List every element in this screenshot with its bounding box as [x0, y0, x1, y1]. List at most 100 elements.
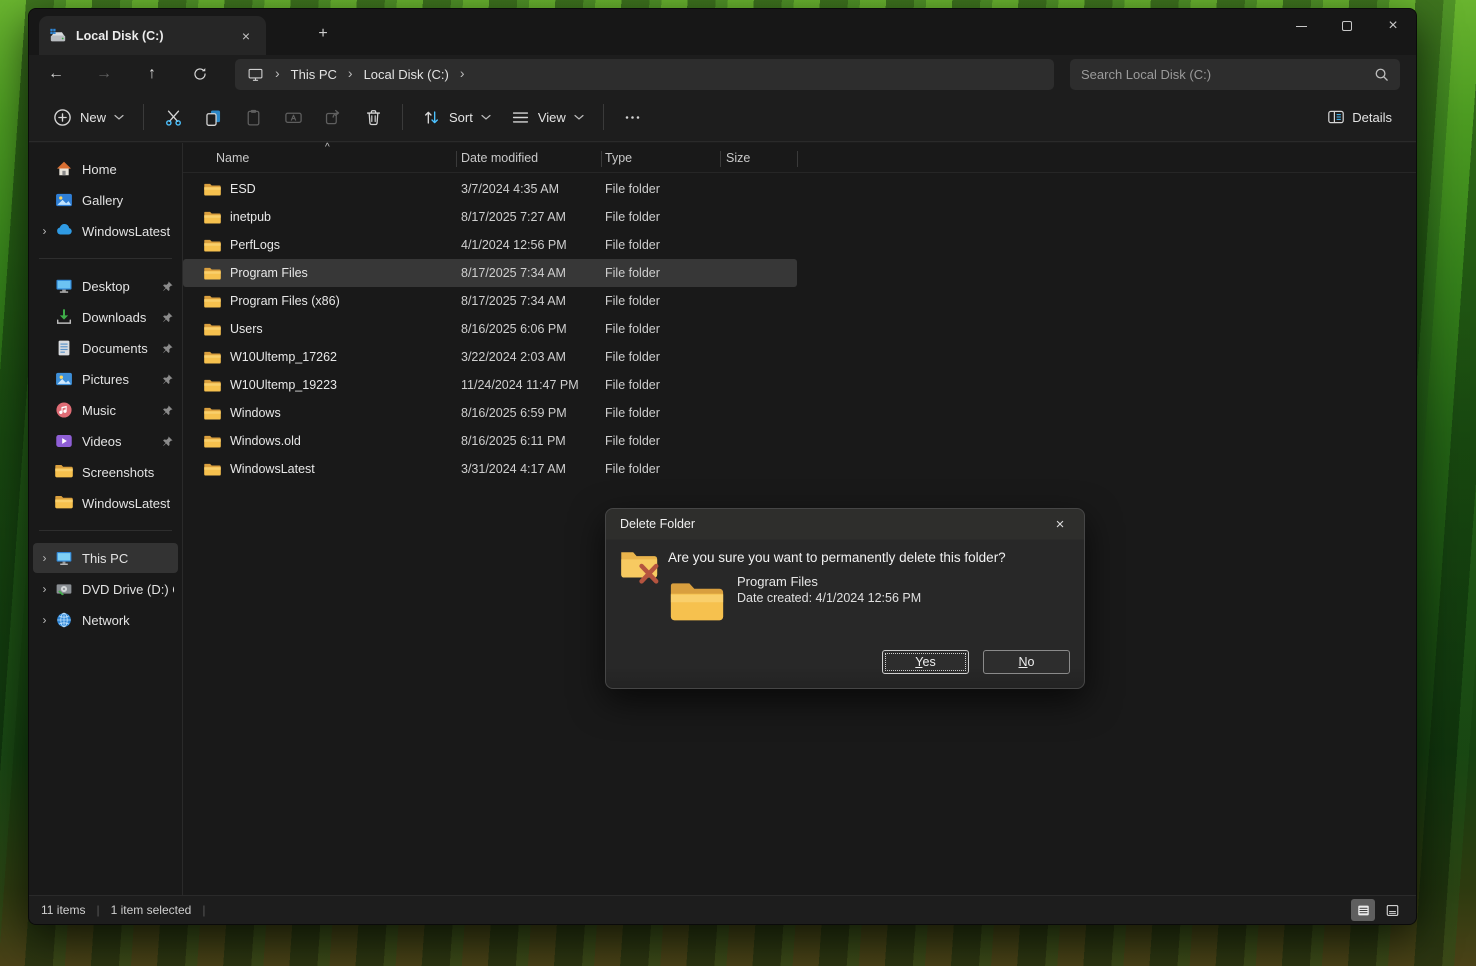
- copy-button[interactable]: [193, 100, 233, 134]
- column-header-date-modified[interactable]: Date modified: [461, 151, 538, 165]
- sort-button[interactable]: Sort: [412, 100, 501, 134]
- sidebar-item-documents[interactable]: Documents: [33, 333, 178, 363]
- sidebar-item-home[interactable]: Home: [33, 154, 178, 184]
- delete-button[interactable]: [353, 100, 393, 134]
- sort-icon: [422, 108, 441, 127]
- items-count: 11 items: [41, 903, 85, 917]
- file-name: ESD: [230, 182, 256, 196]
- file-type: File folder: [601, 266, 720, 280]
- dialog-close-icon[interactable]: ×: [1050, 516, 1070, 533]
- sidebar-item-label: Gallery: [82, 193, 123, 208]
- navigation-pane: Home Gallery ›WindowsLatest - Pe DesktopDow…: [29, 143, 183, 895]
- expand-chevron-icon[interactable]: ›: [37, 551, 52, 565]
- dialog-title-bar[interactable]: Delete Folder ×: [606, 509, 1084, 539]
- file-date-modified: 8/16/2025 6:06 PM: [456, 322, 601, 336]
- details-view-toggle[interactable]: [1351, 899, 1375, 921]
- forward-button[interactable]: →: [87, 59, 121, 89]
- pin-icon: [161, 311, 174, 324]
- close-button[interactable]: ×: [1370, 9, 1416, 43]
- new-button[interactable]: New: [43, 100, 134, 134]
- breadcrumb-this-pc[interactable]: This PC: [291, 67, 337, 82]
- expand-chevron-icon[interactable]: ›: [37, 613, 52, 627]
- column-header-size[interactable]: Size: [726, 151, 750, 165]
- tab-local-disk-c[interactable]: Local Disk (C:) ×: [39, 16, 266, 55]
- column-divider[interactable]: [720, 151, 721, 167]
- drive-icon: [49, 27, 67, 45]
- toolbar-separator: [402, 104, 403, 130]
- file-date-modified: 8/17/2025 7:34 AM: [456, 266, 601, 280]
- file-row-inetpub[interactable]: inetpub8/17/2025 7:27 AMFile folder: [183, 203, 797, 231]
- file-row-program-files[interactable]: Program Files8/17/2025 7:34 AMFile folde…: [183, 259, 797, 287]
- sidebar-item-desktop[interactable]: Desktop: [33, 271, 178, 301]
- this-pc-icon: [247, 66, 264, 83]
- back-button[interactable]: ←: [39, 59, 73, 89]
- refresh-button[interactable]: [183, 59, 217, 89]
- copy-icon: [204, 108, 223, 127]
- network-icon: [55, 611, 73, 629]
- file-type: File folder: [601, 294, 720, 308]
- large-icons-view-toggle[interactable]: [1380, 899, 1404, 921]
- expand-chevron-icon[interactable]: ›: [37, 224, 52, 238]
- expand-chevron-icon[interactable]: ›: [37, 582, 52, 596]
- sidebar-item-dvd-drive-d-ccc[interactable]: ›DVD Drive (D:) CCC: [33, 574, 178, 604]
- search-input[interactable]: [1081, 67, 1374, 82]
- file-type: File folder: [601, 322, 720, 336]
- details-pane-button[interactable]: Details: [1317, 100, 1402, 134]
- column-divider[interactable]: [797, 151, 798, 167]
- up-button[interactable]: ↑: [135, 59, 169, 89]
- maximize-icon: [1342, 21, 1352, 31]
- sidebar-item-windowslatest-pe[interactable]: ›WindowsLatest - Pe: [33, 216, 178, 246]
- file-row-users[interactable]: Users8/16/2025 6:06 PMFile folder: [183, 315, 797, 343]
- tab-close-icon[interactable]: ×: [236, 26, 256, 46]
- file-name: W10Ultemp_19223: [230, 378, 337, 392]
- sidebar-item-music[interactable]: Music: [33, 395, 178, 425]
- file-row-windows[interactable]: Windows8/16/2025 6:59 PMFile folder: [183, 399, 797, 427]
- file-name: Program Files (x86): [230, 294, 340, 308]
- column-divider[interactable]: [456, 151, 457, 167]
- plus-circle-icon: [53, 108, 72, 127]
- column-header-type[interactable]: Type: [605, 151, 632, 165]
- cut-button[interactable]: [153, 100, 193, 134]
- view-button[interactable]: View: [501, 100, 594, 134]
- rename-button[interactable]: [273, 100, 313, 134]
- maximize-button[interactable]: [1324, 9, 1370, 43]
- sidebar-item-this-pc[interactable]: › This PC: [33, 543, 178, 573]
- file-row-w10ultemp-17262[interactable]: W10Ultemp_172623/22/2024 2:03 AMFile fol…: [183, 343, 797, 371]
- sidebar-item-network[interactable]: ›Network: [33, 605, 178, 635]
- delete-folder-dialog: Delete Folder × Are you sure you want to…: [605, 508, 1085, 689]
- chevron-right-icon: ›: [460, 65, 465, 81]
- minimize-button[interactable]: [1278, 9, 1324, 43]
- file-row-w10ultemp-19223[interactable]: W10Ultemp_1922311/24/2024 11:47 PMFile f…: [183, 371, 797, 399]
- file-row-perflogs[interactable]: PerfLogs4/1/2024 12:56 PMFile folder: [183, 231, 797, 259]
- yes-button[interactable]: Yes: [882, 650, 969, 674]
- share-button[interactable]: [313, 100, 353, 134]
- tab-title: Local Disk (C:): [76, 29, 164, 43]
- column-header-name[interactable]: Name: [216, 151, 249, 165]
- file-row-esd[interactable]: ESD3/7/2024 4:35 AMFile folder: [183, 175, 797, 203]
- pin-icon: [161, 404, 174, 417]
- more-options-button[interactable]: [613, 100, 653, 134]
- sidebar-item-downloads[interactable]: Downloads: [33, 302, 178, 332]
- address-bar[interactable]: › This PC › Local Disk (C:) ›: [235, 59, 1054, 90]
- file-row-windowslatest[interactable]: WindowsLatest3/31/2024 4:17 AMFile folde…: [183, 455, 797, 483]
- breadcrumb-local-disk-c[interactable]: Local Disk (C:): [364, 67, 449, 82]
- sidebar-item-label: This PC: [82, 551, 128, 566]
- search-box[interactable]: [1070, 59, 1400, 90]
- file-row-program-files-x86[interactable]: Program Files (x86)8/17/2025 7:34 AMFile…: [183, 287, 797, 315]
- selection-count: 1 item selected: [111, 903, 192, 917]
- sidebar-item-windowslatest[interactable]: WindowsLatest: [33, 488, 178, 518]
- sidebar-item-gallery[interactable]: Gallery: [33, 185, 178, 215]
- pin-icon: [161, 373, 174, 386]
- paste-button[interactable]: [233, 100, 273, 134]
- sidebar-item-screenshots[interactable]: Screenshots: [33, 457, 178, 487]
- desktop-icon: [55, 277, 73, 295]
- folder-icon: [55, 494, 73, 512]
- file-row-windows-old[interactable]: Windows.old8/16/2025 6:11 PMFile folder: [183, 427, 797, 455]
- sidebar-item-pictures[interactable]: Pictures: [33, 364, 178, 394]
- no-button[interactable]: No: [983, 650, 1070, 674]
- delete-icon: [364, 108, 383, 127]
- column-divider[interactable]: [601, 151, 602, 167]
- sidebar-item-videos[interactable]: Videos: [33, 426, 178, 456]
- downloads-icon: [55, 308, 73, 326]
- new-tab-button[interactable]: +: [311, 22, 335, 46]
